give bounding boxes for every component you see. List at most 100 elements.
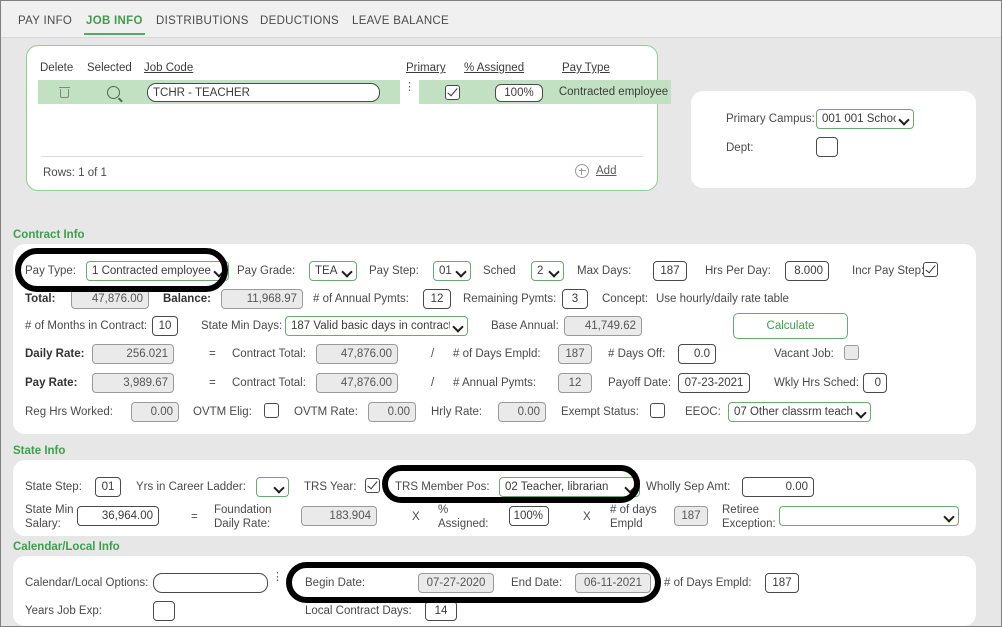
trs-year-label: TRS Year: [304,481,356,493]
payoff-date-input[interactable]: 07-23-2021 [678,373,750,393]
job-code-input[interactable]: TCHR - TEACHER [147,83,380,102]
wholly-sep-amt-input[interactable]: 0.00 [742,477,814,497]
tab-pay-info[interactable]: PAY INFO [18,15,72,27]
hrly-rate-input: 0.00 [498,402,546,422]
pay-grade-select[interactable]: TEA [309,261,357,281]
chevron-down-icon [900,115,908,123]
retiree-exception-line1: Retiree [722,504,759,516]
total-input: 47,876.00 [71,289,149,309]
primary-campus-select[interactable]: 001 001 School [816,109,914,129]
max-days-input[interactable]: 187 [653,261,687,281]
primary-campus-label: Primary Campus: [726,113,815,125]
tab-distributions[interactable]: DISTRIBUTIONS [156,15,249,27]
tab-leave-balance[interactable]: LEAVE BALANCE [352,15,449,27]
total-label: Total: [25,293,55,305]
grid-header-pay-type[interactable]: Pay Type [562,62,610,74]
incr-pay-step-checkbox[interactable] [923,262,938,277]
hrly-rate-label: Hrly Rate: [431,406,482,418]
vacant-job-checkbox[interactable] [844,345,859,360]
state-min-salary-input[interactable]: 36,964.00 [77,506,159,526]
months-in-contract-input[interactable]: 10 [152,316,178,336]
pay-step-select[interactable]: 01 [433,261,471,281]
chevron-down-icon [343,267,351,275]
dept-input[interactable] [816,137,838,157]
state-step-input[interactable]: 01 [95,477,121,497]
begin-date-input[interactable]: 07-27-2020 [418,573,494,593]
primary-checkbox[interactable] [445,85,460,100]
select-row-button[interactable] [84,80,142,104]
grid-header-pct-assigned[interactable]: % Assigned [464,62,524,74]
grid-header-job-code[interactable]: Job Code [144,62,193,74]
equals-sign-2: = [209,377,216,389]
exempt-status-checkbox[interactable] [650,403,665,418]
calculate-button[interactable]: Calculate [733,313,848,339]
days-empld-label: # of Days Empld: [453,348,541,360]
days-empld-state-line1: # of days [610,504,657,516]
annual-pymts-input[interactable]: 12 [423,289,451,309]
retiree-exception-select[interactable] [779,506,959,526]
days-off-input[interactable]: 0.0 [678,344,716,364]
days-empld-cal-input[interactable]: 187 [765,573,799,593]
equals-sign-1: = [209,348,216,360]
sched-select[interactable]: 2 [531,261,564,281]
state-info-section-header: State Info [13,445,65,457]
balance-label: Balance: [163,293,211,305]
pct-assigned-state-input[interactable]: 100% [509,506,549,526]
annual-pymts-input-2: 12 [558,373,592,393]
trs-member-pos-value: 02 Teacher, librarian [505,481,622,493]
months-in-contract-label: # of Months in Contract: [25,320,147,332]
days-empld-state-input: 187 [674,506,708,526]
ovtm-elig-label: OVTM Elig: [193,406,252,418]
job-code-menu-icon[interactable]: ⋮ [404,85,412,89]
state-min-days-select[interactable]: 187 Valid basic days in contract [285,316,468,336]
contract-total-label-2: Contract Total: [232,377,306,389]
eeoc-select[interactable]: 07 Other classrm teach [728,402,871,422]
max-days-label: Max Days: [577,265,631,277]
state-min-days-label: State Min Days: [201,320,282,332]
chevron-down-icon [550,267,558,275]
trs-year-checkbox[interactable] [365,478,380,493]
ovtm-rate-input: 0.00 [368,402,416,422]
years-job-exp-input[interactable] [153,601,175,621]
sched-label: Sched [483,265,516,277]
state-min-salary-label-line1: State Min [25,504,74,516]
chevron-down-icon [457,267,465,275]
pay-type-value: 1 Contracted employee [92,265,211,277]
pay-type-cell-text: Contracted employee [559,86,668,98]
calendar-options-input[interactable] [153,573,268,593]
tab-deductions[interactable]: DEDUCTIONS [260,15,339,27]
pay-type-select[interactable]: 1 Contracted employee [86,261,229,281]
yrs-career-ladder-select[interactable] [256,477,289,497]
eeoc-label: EEOC: [685,406,721,418]
yrs-career-ladder-label: Yrs in Career Ladder: [136,481,246,493]
times-sign-2: X [583,511,591,523]
end-date-input[interactable]: 06-11-2021 [575,573,651,593]
add-row-button[interactable]: Add [575,164,616,178]
local-contract-days-input[interactable]: 14 [425,601,457,621]
grid-header-primary[interactable]: Primary [406,62,446,74]
ovtm-elig-checkbox[interactable] [264,403,279,418]
wkly-hrs-sched-label: Wkly Hrs Sched: [774,377,859,389]
chevron-down-icon [454,322,462,330]
calendar-info-card: Calendar/Local Options: ⋮ Begin Date: 07… [13,556,976,626]
pct-assigned-line2: Assigned: [438,518,489,530]
contract-total-input-2: 47,876.00 [316,373,398,393]
tab-job-info[interactable]: JOB INFO [86,15,143,27]
hrs-per-day-input[interactable]: 8.000 [785,261,829,281]
pct-assigned-input[interactable]: 100% [495,84,543,102]
grid-header-delete: Delete [40,62,73,74]
chevron-down-icon [215,267,223,275]
incr-pay-step-label: Incr Pay Step: [852,265,924,277]
chevron-down-icon [945,512,953,520]
state-min-days-value: 187 Valid basic days in contract [291,320,450,332]
trs-member-pos-select[interactable]: 02 Teacher, librarian [499,477,640,497]
pay-type-cell: Contracted employee [556,80,671,104]
rows-count-label: Rows: 1 of 1 [43,167,107,179]
calendar-options-menu-icon[interactable]: ⋮ [272,575,280,579]
state-info-card: State Step: 01 Yrs in Career Ladder: TRS… [13,460,976,536]
remaining-pymts-input[interactable]: 3 [562,289,588,309]
reg-hrs-worked-label: Reg Hrs Worked: [25,406,113,418]
chevron-down-icon [626,483,634,491]
wkly-hrs-sched-input[interactable]: 0 [863,373,887,393]
calendar-info-section-header: Calendar/Local Info [13,541,120,553]
